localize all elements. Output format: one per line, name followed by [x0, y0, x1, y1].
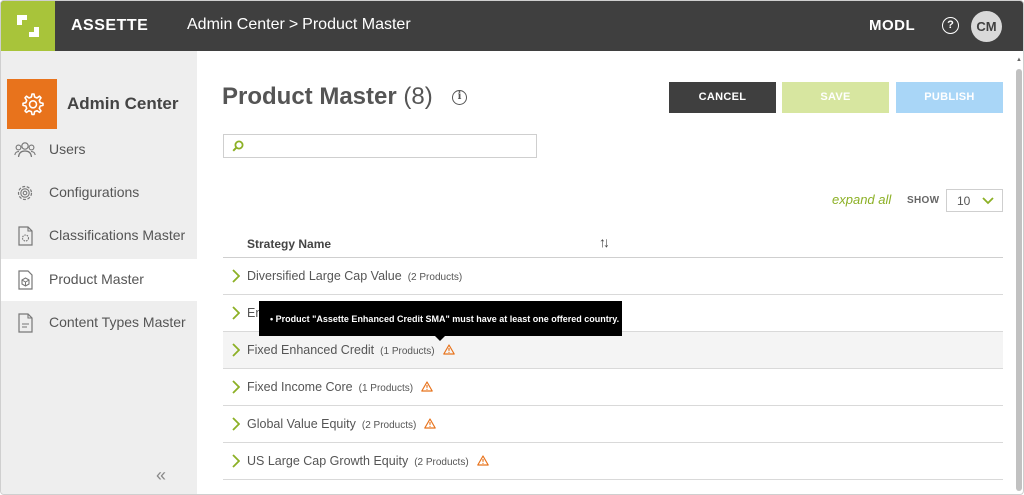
strategy-name: Global Value Equity [247, 417, 356, 431]
sidebar-item-label: Classifications Master [49, 227, 186, 243]
brand-name: ASSETTE [71, 17, 149, 34]
product-count: (2 Products) [407, 272, 463, 283]
strategy-name: Fixed Income Core [247, 380, 353, 394]
breadcrumb-separator: > [288, 16, 299, 33]
help-icon[interactable]: ? [942, 17, 959, 34]
content-doc-icon [18, 313, 33, 333]
strategy-name: Fixed Enhanced Credit [247, 343, 375, 357]
sort-icon[interactable]: ↑↓ [599, 234, 610, 250]
sidebar-item-label: Users [49, 141, 86, 157]
chevron-right-icon[interactable] [232, 380, 240, 394]
product-count: (1 Products) [380, 346, 435, 357]
expand-all-link[interactable]: expand all [832, 192, 891, 207]
product-count: (2 Products) [414, 457, 469, 468]
sidebar-item-label: Content Types Master [49, 314, 186, 330]
sidebar-item-users[interactable]: Users [1, 129, 197, 171]
warning-icon[interactable] [424, 418, 437, 429]
sidebar-header: Admin Center [5, 79, 197, 129]
sidebar-item-content-types-master[interactable]: Content Types Master [1, 302, 197, 344]
publish-button[interactable]: PUBLISH [896, 82, 1003, 113]
breadcrumb: Admin Center > Product Master [187, 16, 411, 34]
scrollbar-thumb[interactable] [1016, 69, 1022, 491]
product-count: (1 Products) [358, 383, 414, 394]
sidebar: Admin Center Users Configurations Classi… [1, 51, 197, 494]
app-window: ASSETTE Admin Center > Product Master MODL… [0, 0, 1024, 495]
save-button[interactable]: SAVE [782, 82, 889, 113]
logo[interactable] [1, 1, 55, 51]
warning-icon[interactable] [476, 455, 489, 466]
chevron-right-icon[interactable] [232, 306, 240, 320]
strategy-name: US Large Cap Growth Equity [247, 454, 409, 468]
sidebar-item-label: Configurations [49, 184, 140, 200]
chevron-right-icon[interactable] [232, 269, 240, 283]
row-name: Fixed Income Core (1 Products) [247, 380, 433, 394]
collapse-sidebar-icon[interactable]: « [156, 465, 166, 486]
sidebar-item-label: Product Master [49, 271, 144, 287]
page-title-text: Product Master [222, 83, 397, 110]
table-row[interactable]: US Large Cap Growth Equity (2 Products) [223, 443, 1003, 480]
assette-logo-icon [17, 15, 39, 37]
table-row[interactable]: Fixed Income Core (1 Products) [223, 369, 1003, 406]
scroll-up-icon[interactable]: ▲ [1016, 57, 1022, 63]
tooltip-arrow [435, 336, 445, 341]
warning-icon[interactable] [442, 344, 455, 355]
show-label: SHOW [907, 195, 940, 206]
row-name: Fixed Enhanced Credit (1 Products) [247, 343, 455, 357]
row-name: Global Value Equity (2 Products) [247, 417, 437, 431]
search-icon [232, 140, 244, 152]
row-name: US Large Cap Growth Equity (2 Products) [247, 454, 489, 468]
chevron-right-icon[interactable] [232, 417, 240, 431]
warning-tooltip: • Product "Assette Enhanced Credit SMA" … [259, 301, 622, 336]
cancel-button[interactable]: CANCEL [669, 82, 776, 113]
page-title-count: (8) [403, 83, 433, 110]
top-bar: ASSETTE Admin Center > Product Master MODL… [1, 1, 1023, 51]
info-icon[interactable]: i [452, 90, 467, 105]
scrollbar[interactable]: ▲ [1015, 57, 1023, 491]
sidebar-item-classifications-master[interactable]: Classifications Master [1, 215, 197, 257]
chevron-down-icon [982, 197, 994, 205]
page-size-value: 10 [957, 194, 971, 208]
table-row[interactable]: Diversified Large Cap Value (2 Products) [223, 258, 1003, 295]
breadcrumb-parent[interactable]: Admin Center [187, 16, 285, 33]
breadcrumb-current: Product Master [302, 16, 411, 33]
product-box-icon [18, 270, 33, 290]
classification-doc-icon [18, 226, 33, 246]
avatar[interactable]: CM [971, 11, 1002, 42]
column-header-strategy-name[interactable]: Strategy Name [247, 237, 331, 251]
warning-icon[interactable] [421, 381, 433, 392]
admin-gear-icon [7, 79, 57, 129]
sidebar-item-product-master[interactable]: Product Master [1, 259, 197, 301]
sidebar-item-configurations[interactable]: Configurations [1, 172, 197, 214]
row-name: Diversified Large Cap Value (2 Products) [247, 269, 462, 283]
chevron-right-icon[interactable] [232, 454, 240, 468]
table-row[interactable]: Global Value Equity (2 Products) [223, 406, 1003, 443]
table-row[interactable]: Fixed Enhanced Credit (1 Products) [223, 332, 1003, 369]
product-count: (2 Products) [361, 420, 417, 431]
workspace-label[interactable]: MODL [869, 17, 915, 34]
gear-icon [17, 185, 33, 201]
strategy-name: Diversified Large Cap Value [247, 269, 402, 283]
page-title: Product Master (8) [222, 83, 433, 111]
sidebar-title: Admin Center [67, 94, 179, 113]
page-size-select[interactable]: 10 [946, 189, 1003, 212]
chevron-right-icon[interactable] [232, 343, 240, 357]
search-input[interactable] [223, 134, 537, 158]
users-icon [14, 142, 36, 158]
